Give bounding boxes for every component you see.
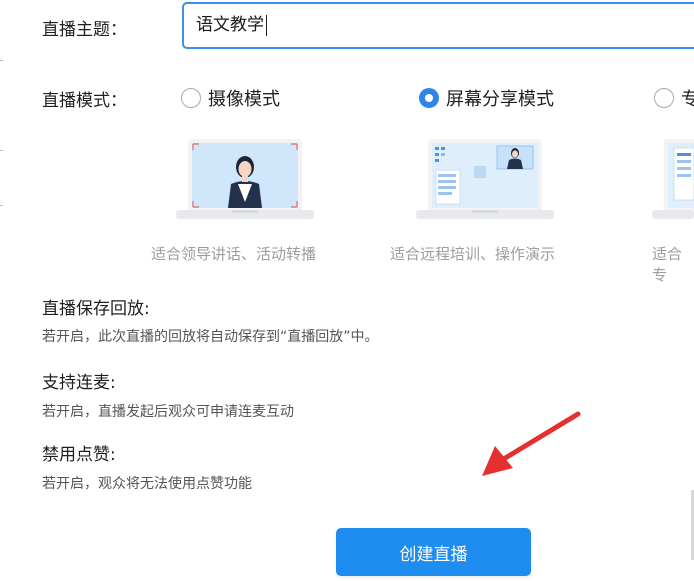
radio-screen-share-mode-label: 屏幕分享模式: [446, 89, 554, 110]
window-edge: [0, 150, 3, 151]
disable-likes-desc: 若开启，观众将无法使用点赞功能: [42, 476, 252, 492]
camera-mode-illustration: [176, 139, 314, 219]
radio-third-mode[interactable]: 专: [654, 85, 694, 111]
radio-camera-mode[interactable]: 摄像模式: [181, 85, 280, 111]
radio-checked-icon: [419, 88, 439, 108]
topic-input[interactable]: 语文教学: [182, 2, 694, 49]
save-replay-desc: 若开启，此次直播的回放将自动保存到“直播回放”中。: [42, 329, 379, 345]
camera-mode-caption: 适合领导讲话、活动转播: [151, 245, 317, 263]
window-edge: [0, 205, 3, 206]
screen-share-mode-caption: 适合远程培训、操作演示: [390, 245, 556, 263]
radio-unchecked-icon: [654, 88, 674, 108]
window-edge: [0, 60, 3, 61]
radio-camera-mode-label: 摄像模式: [208, 89, 280, 110]
disable-likes-title: 禁用点赞:: [42, 445, 116, 465]
topic-input-value: 语文教学: [196, 15, 264, 35]
co-host-title: 支持连麦:: [42, 373, 116, 393]
third-mode-caption: 适合专: [652, 245, 683, 284]
radio-unchecked-icon: [181, 88, 201, 108]
screen-share-illustration: [416, 139, 554, 219]
radio-third-mode-label: 专: [681, 89, 694, 110]
create-live-button[interactable]: 创建直播: [336, 528, 531, 576]
save-replay-title: 直播保存回放:: [42, 299, 150, 319]
topic-label: 直播主题：: [42, 20, 127, 40]
co-host-desc: 若开启，直播发起后观众可申请连麦互动: [42, 404, 294, 420]
text-cursor: [266, 14, 267, 36]
mode-label: 直播模式：: [42, 91, 127, 111]
red-arrow-icon: [482, 411, 581, 476]
radio-screen-share-mode[interactable]: 屏幕分享模式: [419, 85, 554, 111]
third-mode-illustration: [652, 139, 694, 219]
